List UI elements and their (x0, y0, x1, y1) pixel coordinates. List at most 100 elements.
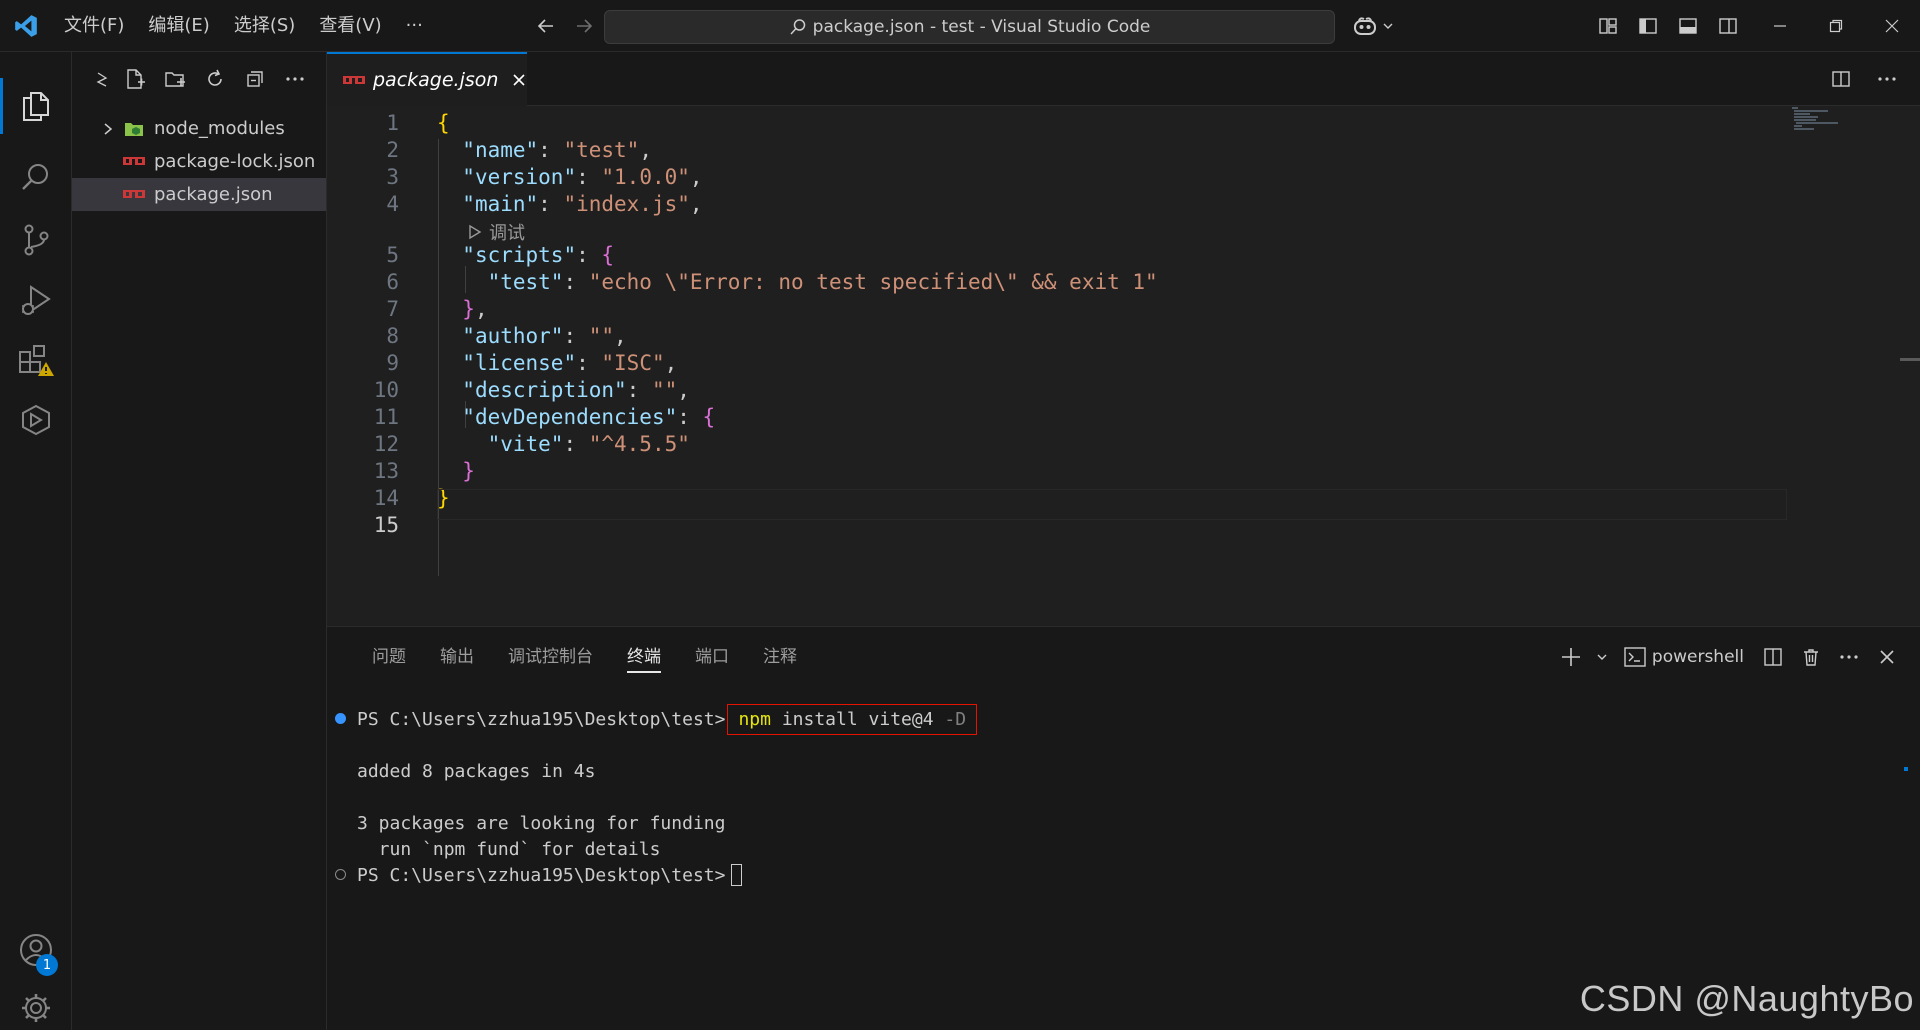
watermark: CSDN @NaughtyBo (1579, 978, 1914, 1019)
terminal-cursor (731, 864, 743, 886)
line-number: 4 (386, 191, 399, 216)
tab-output[interactable]: 输出 (423, 627, 491, 687)
shell-label: powershell (1651, 647, 1744, 667)
line-number: 5 (386, 242, 399, 267)
terminal-line: added 8 packages in 4s (357, 760, 596, 782)
menu-more[interactable]: ··· (394, 0, 435, 52)
window-controls (1752, 0, 1920, 52)
tab-problems[interactable]: 问题 (355, 627, 423, 687)
line-number: 12 (373, 431, 399, 456)
terminal-line: run `npm fund` for details (357, 838, 661, 860)
line-number: 9 (386, 350, 399, 375)
new-terminal-icon[interactable] (1556, 639, 1586, 675)
scrollbar-indicator[interactable] (1900, 358, 1920, 361)
code-editor[interactable]: 1 { 2 "name": "test", 3 "version": "1.0.… (327, 106, 1920, 626)
command-pending-dot (335, 869, 346, 880)
npm-file-icon (343, 69, 365, 91)
new-folder-icon[interactable] (160, 64, 190, 94)
remote-explorer-icon[interactable] (0, 384, 72, 456)
menu-edit[interactable]: 编辑(E) (136, 0, 221, 52)
editor-tabs: package.json (327, 52, 1920, 106)
toggle-panel-icon[interactable] (1674, 8, 1702, 44)
tab-ports[interactable]: 端口 (678, 627, 746, 687)
tree-item-node-modules[interactable]: node_modules (72, 112, 326, 145)
scrollbar-indicator[interactable] (1904, 767, 1908, 771)
nesting-icon[interactable] (94, 64, 110, 94)
navigation-controls (527, 7, 603, 45)
activity-bar: 1 (0, 52, 72, 1030)
menu-view[interactable]: 查看(V) (307, 0, 393, 52)
line-number: 15 (373, 512, 399, 537)
editor-actions (1826, 64, 1902, 94)
line-number: 11 (373, 404, 399, 429)
tree-item-label: package.json (154, 184, 273, 205)
line-number: 14 (373, 485, 399, 510)
title-bar: 文件(F) 编辑(E) 选择(S) 查看(V) ··· package.json… (0, 0, 1920, 52)
code-line: 4 "main": "index.js", (327, 187, 1787, 220)
chevron-right-icon (94, 122, 122, 136)
search-icon (790, 19, 805, 35)
tab-label: package.json (373, 69, 499, 91)
more-actions-icon[interactable] (1834, 639, 1864, 675)
explorer-sidebar: node_modules package-lock.json package.j… (72, 52, 327, 1030)
split-editor-icon[interactable] (1826, 64, 1856, 94)
highlighted-command: npm install vite@4 -D (727, 703, 978, 735)
tab-debug-console[interactable]: 调试控制台 (491, 627, 610, 687)
tree-item-package-json[interactable]: package.json (72, 178, 326, 211)
toggle-primary-sidebar-icon[interactable] (1634, 8, 1662, 44)
new-file-icon[interactable] (120, 64, 150, 94)
line-number: 7 (386, 296, 399, 321)
panel-actions: powershell (1556, 639, 1902, 675)
forward-arrow-icon[interactable] (565, 7, 603, 45)
more-actions-icon[interactable] (280, 64, 310, 94)
toggle-secondary-sidebar-icon[interactable] (1714, 8, 1742, 44)
panel-tabs: 问题 输出 调试控制台 终端 端口 注释 (327, 627, 814, 687)
command-center-search[interactable]: package.json - test - Visual Studio Code (604, 10, 1335, 44)
tab-package-json[interactable]: package.json (327, 52, 527, 106)
collapse-all-icon[interactable] (240, 64, 270, 94)
terminal-line-prompt: PS C:\Users\zzhua195\Desktop\test> (335, 862, 743, 888)
tree-item-package-lock-json[interactable]: package-lock.json (72, 145, 326, 178)
terminal-line-command: PS C:\Users\zzhua195\Desktop\test> npm i… (335, 703, 978, 735)
close-icon[interactable] (512, 73, 526, 87)
manage-gear-icon[interactable] (0, 972, 72, 1030)
chevron-down-icon[interactable] (1594, 639, 1610, 675)
menu-selection[interactable]: 选择(S) (222, 0, 307, 52)
tree-item-label: node_modules (154, 118, 285, 139)
minimap[interactable] (1788, 106, 1858, 136)
npm-file-icon (122, 189, 146, 200)
close-panel-icon[interactable] (1872, 639, 1902, 675)
npm-file-icon (122, 156, 146, 167)
close-window-icon[interactable] (1864, 0, 1920, 52)
customize-layout-icon[interactable] (1594, 8, 1622, 44)
more-actions-icon[interactable] (1872, 64, 1902, 94)
refresh-icon[interactable] (200, 64, 230, 94)
line-number: 8 (386, 323, 399, 348)
node-folder-icon (122, 120, 146, 138)
file-tree: node_modules package-lock.json package.j… (72, 106, 326, 211)
back-arrow-icon[interactable] (527, 7, 565, 45)
line-number: 13 (373, 458, 399, 483)
terminal-icon (1624, 647, 1646, 667)
minimize-icon[interactable] (1752, 0, 1808, 52)
copilot-icon (1354, 17, 1376, 35)
terminal-prompt: PS C:\Users\zzhua195\Desktop\test> (357, 864, 726, 886)
tree-item-label: package-lock.json (154, 151, 316, 172)
trash-icon[interactable] (1796, 639, 1826, 675)
terminal-prompt: PS C:\Users\zzhua195\Desktop\test> (357, 708, 726, 730)
line-number: 1 (386, 110, 399, 135)
terminal-shell-selector[interactable]: powershell (1618, 639, 1750, 675)
tab-terminal[interactable]: 终端 (610, 627, 678, 687)
bottom-panel: 问题 输出 调试控制台 终端 端口 注释 powershell PS C:\Us… (327, 626, 1920, 1030)
vscode-logo-icon (0, 0, 52, 52)
restore-icon[interactable] (1808, 0, 1864, 52)
tab-comments[interactable]: 注释 (746, 627, 814, 687)
split-terminal-icon[interactable] (1758, 639, 1788, 675)
terminal-line: 3 packages are looking for funding (357, 812, 726, 834)
menu-file[interactable]: 文件(F) (52, 0, 136, 52)
explorer-icon[interactable] (0, 70, 72, 142)
line-number: 10 (373, 377, 399, 402)
copilot-button[interactable] (1352, 8, 1394, 44)
line-number: 6 (386, 269, 399, 294)
code-line: 15 (327, 508, 1787, 541)
